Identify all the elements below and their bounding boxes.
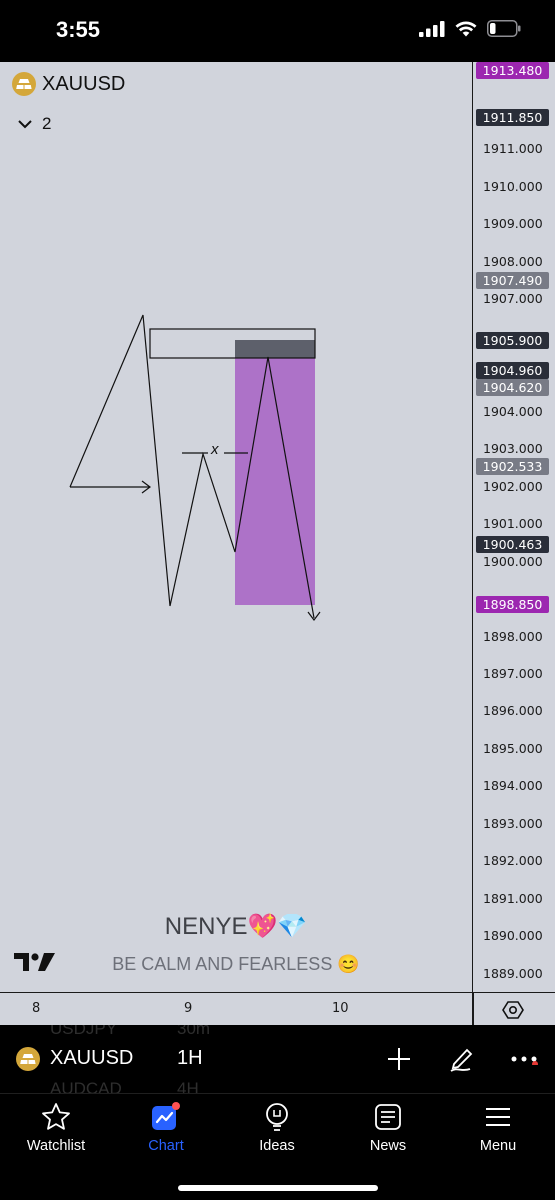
news-icon [375, 1104, 401, 1130]
ghost-interval: 4H [177, 1079, 199, 1093]
chart-icon [152, 1102, 180, 1130]
tab-watchlist[interactable]: Watchlist [6, 1102, 106, 1162]
price-tick-label: 1892.000 [483, 853, 543, 868]
price-badge: 1911.850 [476, 109, 549, 126]
home-indicator [178, 1185, 378, 1191]
tab-label: Chart [148, 1138, 184, 1154]
tab-label: Ideas [259, 1138, 295, 1154]
drawing-marker-label: x [211, 441, 219, 458]
tab-news[interactable]: News [338, 1102, 438, 1162]
gold-symbol-icon [16, 1047, 40, 1071]
star-icon [42, 1103, 70, 1130]
price-axis[interactable]: 1911.000 1910.000 1909.000 1908.000 1907.000… [472, 62, 555, 992]
price-badge: 1904.960 [476, 362, 549, 379]
price-tick-label: 1900.000 [483, 554, 543, 569]
time-axis[interactable]: 8 9 10 [0, 992, 555, 1026]
signal-icon [419, 20, 445, 37]
price-tick-label: 1908.000 [483, 254, 543, 269]
more-options-button[interactable] [506, 1041, 542, 1077]
status-time: 3:55 [56, 17, 101, 42]
price-badge: 1913.480 [476, 62, 549, 79]
symbol-selector[interactable]: XAUUSD [50, 1047, 133, 1070]
interval-selector[interactable]: 1H [177, 1047, 203, 1070]
watermark-title: NENYE💖💎 [164, 913, 308, 940]
ghost-symbol: AUDCAD [50, 1079, 122, 1093]
price-tick-label: 1907.000 [483, 291, 543, 306]
tab-menu[interactable]: Menu [448, 1102, 548, 1162]
tab-chart[interactable]: Chart [116, 1102, 216, 1162]
supply-zone-box-upper [235, 340, 315, 358]
status-bar: 3:55 [0, 0, 555, 62]
chart-settings-icon[interactable] [502, 999, 524, 1021]
wifi-icon [455, 21, 477, 36]
price-tick-label: 1904.000 [483, 404, 543, 419]
price-badge: 1907.490 [476, 272, 549, 289]
add-button[interactable] [381, 1041, 417, 1077]
time-label: 10 [332, 1001, 349, 1016]
axis-divider [472, 993, 474, 1026]
price-badge: 1900.463 [476, 536, 549, 553]
price-tick-label: 1911.000 [483, 141, 543, 156]
drawing-tools-button[interactable] [444, 1041, 480, 1077]
price-tick-label: 1889.000 [483, 966, 543, 981]
bottom-tab-bar: Watchlist Chart Ideas News Menu [0, 1093, 555, 1200]
time-label: 8 [32, 1001, 41, 1016]
price-tick-label: 1909.000 [483, 216, 543, 231]
price-tick-label: 1910.000 [483, 179, 543, 194]
price-badge: 1898.850 [476, 596, 549, 613]
status-icons [419, 20, 521, 37]
tab-label: Watchlist [26, 1138, 86, 1154]
plus-icon [388, 1048, 410, 1070]
ghost-symbol: USDJPY [50, 1025, 118, 1038]
more-dots-icon [511, 1056, 538, 1065]
tab-label: Menu [479, 1138, 517, 1154]
price-tick-label: 1897.000 [483, 666, 543, 681]
hamburger-icon [486, 1108, 510, 1126]
pen-icon [450, 1048, 473, 1072]
battery-icon [487, 20, 521, 37]
tab-ideas[interactable]: Ideas [227, 1102, 327, 1162]
lightbulb-icon [266, 1103, 288, 1131]
price-tick-label: 1898.000 [483, 629, 543, 644]
price-tick-label: 1901.000 [483, 516, 543, 531]
price-tick-label: 1896.000 [483, 703, 543, 718]
price-badge: 1905.900 [476, 332, 549, 349]
price-tick-label: 1903.000 [483, 441, 543, 456]
watermark-subtitle: BE CALM AND FEARLESS 😊 [112, 954, 360, 974]
time-label: 9 [184, 1001, 193, 1016]
chart-drawings[interactable] [0, 62, 472, 992]
price-tick-label: 1890.000 [483, 928, 543, 943]
symbol-toolbar: USDJPY 30m AUDCAD 4H XAUUSD 1H [0, 1025, 555, 1093]
tab-label: News [369, 1138, 407, 1154]
price-tick-label: 1902.000 [483, 479, 543, 494]
price-tick-label: 1895.000 [483, 741, 543, 756]
ghost-interval: 30m [177, 1025, 211, 1038]
price-badge: 1902.533 [476, 458, 549, 475]
price-tick-label: 1894.000 [483, 778, 543, 793]
price-tick-label: 1891.000 [483, 891, 543, 906]
tradingview-logo-icon [14, 953, 55, 971]
price-tick-label: 1893.000 [483, 816, 543, 831]
price-badge: 1904.620 [476, 379, 549, 396]
